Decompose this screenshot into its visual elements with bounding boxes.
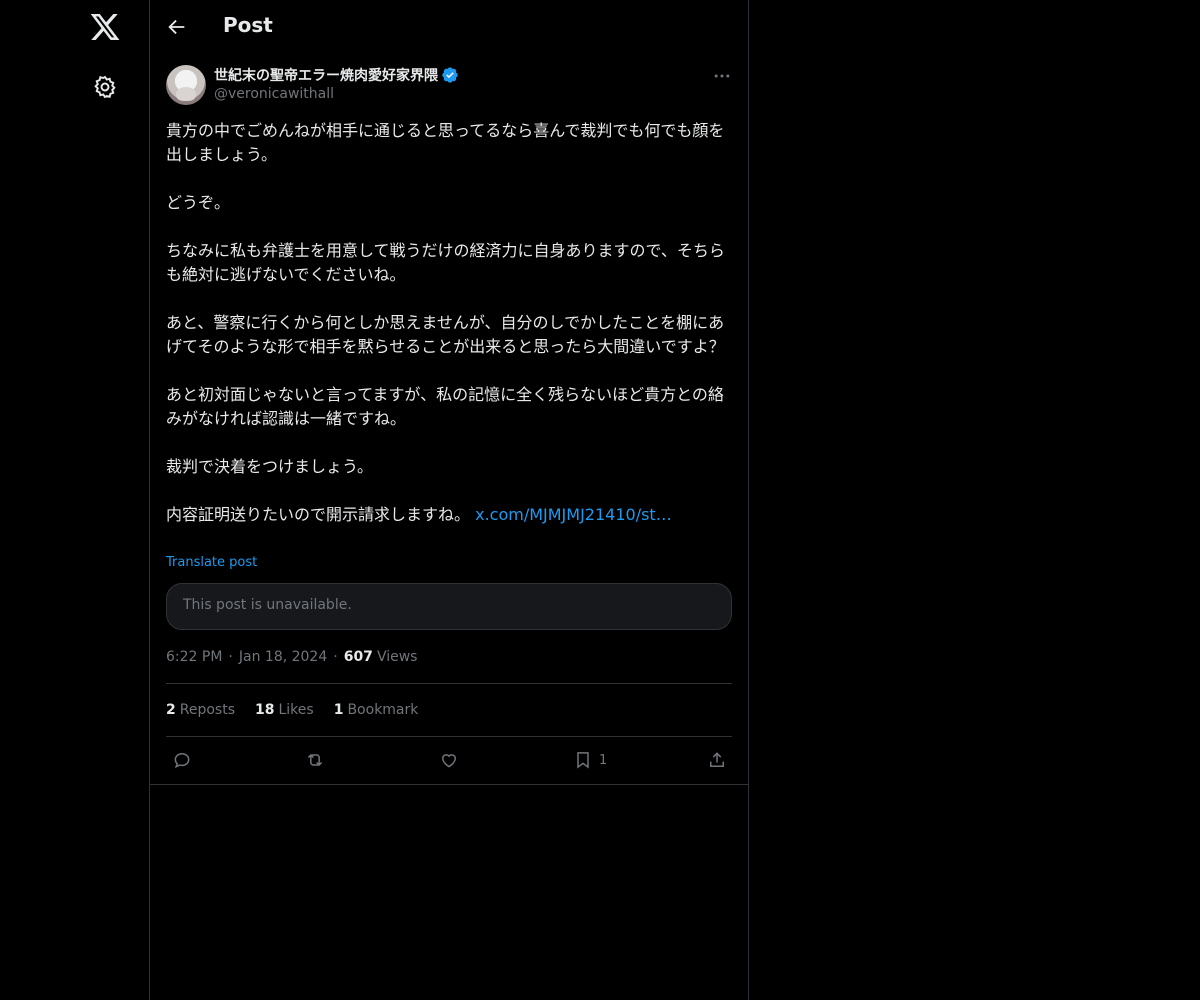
arrow-left-icon[interactable] bbox=[166, 16, 188, 38]
action-bar: 1 bbox=[166, 748, 732, 772]
bookmarks-count: 1 bbox=[333, 702, 344, 718]
author-handle[interactable]: @veronicawithall bbox=[214, 86, 334, 102]
likes-label: Likes bbox=[278, 702, 314, 718]
post-paragraph: あと、警察に行くから何としか思えませんが、自分のしでかしたことを棚にあげてそのよ… bbox=[166, 313, 725, 356]
meta-separator: · bbox=[333, 649, 338, 665]
repost-button[interactable] bbox=[305, 748, 325, 772]
post-paragraph: あと初対面じゃないと言ってますが、私の記憶に全く残らないほど貴方との絡みがなけれ… bbox=[166, 385, 724, 428]
share-button[interactable] bbox=[707, 748, 727, 772]
post-time[interactable]: 6:22 PM bbox=[166, 649, 222, 665]
post-last-text: 内容証明送りたいので開示請求しますね。 bbox=[166, 505, 471, 524]
reply-button[interactable] bbox=[172, 748, 192, 772]
more-horizontal-icon[interactable] bbox=[712, 66, 732, 86]
post-paragraph: 裁判で決着をつけましょう。 bbox=[166, 457, 374, 476]
share-icon bbox=[710, 752, 724, 767]
post-link[interactable]: x.com/MJMJMJ21410/st… bbox=[475, 505, 672, 524]
quoted-post-unavailable: This post is unavailable. bbox=[166, 583, 732, 630]
views-label: Views bbox=[376, 649, 418, 665]
avatar[interactable] bbox=[166, 65, 206, 105]
reply-icon bbox=[174, 752, 190, 769]
post-date[interactable]: Jan 18, 2024 bbox=[239, 649, 327, 665]
likes-count: 18 bbox=[255, 702, 275, 718]
post-paragraph-last: 内容証明送りたいので開示請求しますね。 x.com/MJMJMJ21410/st… bbox=[166, 503, 732, 527]
reposts-count: 2 bbox=[166, 702, 176, 718]
post-meta: 6:22 PM · Jan 18, 2024 · 607 Views bbox=[166, 649, 417, 665]
engagement-stats: 2 Reposts 18 Likes 1 Bookmark bbox=[166, 702, 438, 718]
post-text: 貴方の中でごめんねが相手に通じると思ってるなら喜んで裁判でも何でも顔を出しましょ… bbox=[166, 119, 732, 527]
gear-icon[interactable] bbox=[92, 74, 118, 100]
reposts-label: Reposts bbox=[179, 702, 235, 718]
post-paragraph: どうぞ。 bbox=[166, 193, 231, 212]
bookmarks-label: Bookmark bbox=[347, 702, 419, 718]
top-bar: Post bbox=[150, 0, 748, 54]
bookmark-icon bbox=[577, 752, 589, 769]
post-paragraph: ちなみに私も弁護士を用意して戦うだけの経済力に自身ありますので、そちらも絶対に逃… bbox=[166, 241, 725, 284]
sidebar bbox=[0, 0, 149, 1000]
like-button[interactable] bbox=[439, 748, 459, 772]
divider bbox=[166, 736, 732, 737]
x-logo-icon[interactable] bbox=[89, 11, 121, 43]
post-paragraph: 貴方の中でごめんねが相手に通じると思ってるなら喜んで裁判でも何でも顔を出しましょ… bbox=[166, 121, 725, 164]
heart-icon bbox=[441, 754, 457, 768]
likes-stat[interactable]: 18 Likes bbox=[255, 702, 314, 718]
views-count: 607 bbox=[343, 649, 373, 665]
main-column: Post 世紀末の聖帝エラー焼肉愛好家界隈 @veronicawithall 貴… bbox=[149, 0, 749, 1000]
author-name-row: 世紀末の聖帝エラー焼肉愛好家界隈 bbox=[214, 65, 459, 85]
page-title: Post bbox=[223, 13, 273, 37]
divider bbox=[166, 683, 732, 684]
post: 世紀末の聖帝エラー焼肉愛好家界隈 @veronicawithall 貴方の中でご… bbox=[150, 54, 748, 785]
bookmarks-stat[interactable]: 1 Bookmark bbox=[334, 702, 419, 718]
repost-icon bbox=[307, 753, 323, 767]
bookmark-count: 1 bbox=[599, 752, 608, 768]
translate-post-link[interactable]: Translate post bbox=[166, 555, 257, 570]
bookmark-button[interactable]: 1 bbox=[573, 748, 607, 772]
reposts-stat[interactable]: 2 Reposts bbox=[166, 702, 235, 718]
author-display-name[interactable]: 世紀末の聖帝エラー焼肉愛好家界隈 bbox=[214, 65, 438, 85]
verified-badge-icon bbox=[441, 66, 459, 84]
meta-separator: · bbox=[228, 649, 233, 665]
